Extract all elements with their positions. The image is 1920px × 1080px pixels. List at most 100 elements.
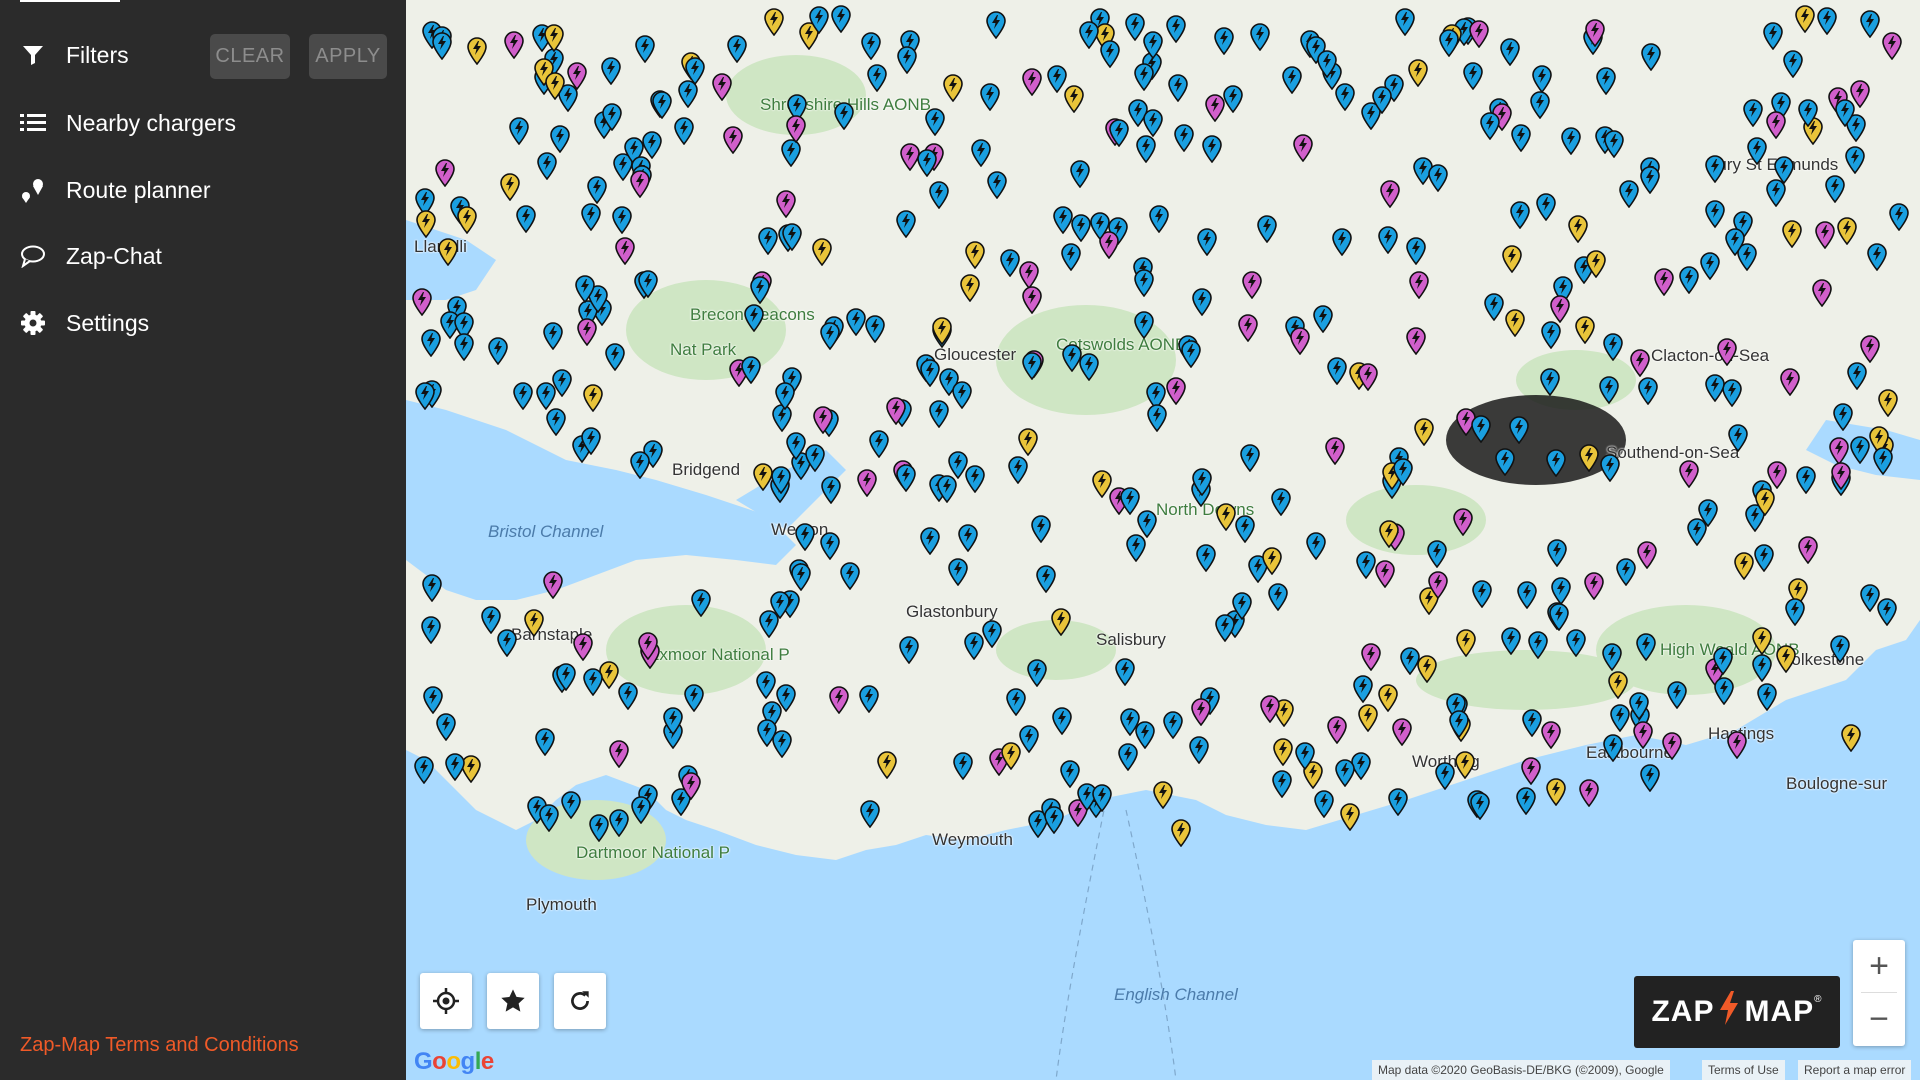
- charger-pin[interactable]: [1504, 309, 1525, 338]
- charger-pin[interactable]: [1637, 541, 1657, 570]
- charger-pin[interactable]: [1392, 458, 1413, 487]
- charger-pin[interactable]: [860, 799, 881, 828]
- locate-button[interactable]: [420, 973, 472, 1029]
- charger-pin[interactable]: [1840, 724, 1861, 753]
- charger-pin[interactable]: [1726, 731, 1747, 760]
- charger-pin[interactable]: [929, 399, 949, 428]
- charger-pin[interactable]: [445, 753, 466, 782]
- charger-pin[interactable]: [546, 407, 567, 436]
- charger-pin[interactable]: [1325, 437, 1345, 466]
- charger-pin[interactable]: [1392, 717, 1412, 746]
- charger-pin[interactable]: [1699, 251, 1720, 280]
- charger-pin[interactable]: [1661, 732, 1682, 761]
- charger-pin[interactable]: [1705, 373, 1725, 402]
- charger-pin[interactable]: [1008, 456, 1029, 485]
- charger-pin[interactable]: [1427, 540, 1448, 569]
- charger-pin[interactable]: [544, 23, 564, 52]
- charger-pin[interactable]: [487, 337, 508, 366]
- apply-button[interactable]: APPLY: [309, 34, 387, 79]
- charger-pin[interactable]: [509, 117, 530, 146]
- charger-pin[interactable]: [1371, 86, 1392, 115]
- charger-pin[interactable]: [1332, 228, 1353, 257]
- charger-pin[interactable]: [919, 359, 940, 388]
- charger-pin[interactable]: [1860, 9, 1880, 38]
- charger-pin[interactable]: [986, 170, 1007, 199]
- charger-pin[interactable]: [898, 636, 919, 665]
- charger-pin[interactable]: [1831, 462, 1852, 491]
- charger-pin[interactable]: [886, 396, 906, 425]
- charger-pin[interactable]: [1549, 603, 1570, 632]
- charger-pin[interactable]: [1192, 468, 1212, 497]
- charger-pin[interactable]: [757, 719, 777, 748]
- charger-pin[interactable]: [523, 609, 544, 638]
- charger-pin[interactable]: [1195, 544, 1216, 573]
- charger-pin[interactable]: [1585, 19, 1605, 48]
- charger-pin[interactable]: [1755, 488, 1776, 517]
- charger-pin[interactable]: [1515, 787, 1536, 816]
- charger-pin[interactable]: [1782, 219, 1802, 249]
- charger-pin[interactable]: [1030, 515, 1051, 544]
- charger-pin[interactable]: [556, 663, 576, 692]
- charger-pin[interactable]: [1215, 503, 1236, 532]
- charger-pin[interactable]: [1026, 659, 1047, 688]
- charger-pin[interactable]: [917, 148, 938, 177]
- charger-pin[interactable]: [846, 308, 866, 337]
- charger-pin[interactable]: [1604, 130, 1625, 159]
- charger-pin[interactable]: [865, 314, 885, 343]
- sidebar-item-nearby-chargers[interactable]: Nearby chargers: [0, 99, 406, 147]
- charger-pin[interactable]: [1636, 633, 1656, 662]
- charger-pin[interactable]: [1313, 790, 1334, 819]
- charger-pin[interactable]: [535, 728, 555, 757]
- charger-pin[interactable]: [925, 107, 946, 137]
- charger-pin[interactable]: [1109, 119, 1129, 148]
- charger-pin[interactable]: [775, 381, 796, 410]
- charger-pin[interactable]: [1796, 466, 1816, 495]
- charger-pin[interactable]: [953, 752, 973, 781]
- charger-pin[interactable]: [416, 209, 436, 238]
- charger-pin[interactable]: [957, 524, 978, 553]
- charger-pin[interactable]: [1019, 724, 1040, 753]
- charger-pin[interactable]: [1470, 791, 1491, 820]
- charger-pin[interactable]: [1000, 248, 1020, 278]
- charger-pin[interactable]: [833, 102, 854, 131]
- charger-pin[interactable]: [1837, 216, 1857, 245]
- charger-pin[interactable]: [652, 91, 672, 120]
- charger-pin[interactable]: [421, 574, 442, 603]
- charger-pin[interactable]: [1035, 565, 1056, 594]
- charger-pin[interactable]: [1722, 379, 1743, 408]
- charger-pin[interactable]: [635, 35, 656, 64]
- charger-pin[interactable]: [1610, 704, 1631, 733]
- charger-pin[interactable]: [1763, 22, 1783, 51]
- charger-pin[interactable]: [1616, 558, 1637, 587]
- charger-pin[interactable]: [1639, 165, 1660, 194]
- charger-pin[interactable]: [948, 558, 968, 587]
- charger-pin[interactable]: [1584, 572, 1605, 601]
- charger-pin[interactable]: [1005, 688, 1026, 717]
- charger-pin[interactable]: [504, 31, 525, 60]
- charger-pin[interactable]: [1499, 37, 1520, 66]
- charger-pin[interactable]: [1146, 403, 1167, 433]
- charger-pin[interactable]: [1181, 340, 1202, 369]
- charger-pin[interactable]: [1134, 311, 1154, 340]
- charger-pin[interactable]: [1165, 15, 1186, 44]
- charger-pin[interactable]: [638, 631, 658, 660]
- refresh-button[interactable]: [554, 973, 606, 1029]
- charger-pin[interactable]: [1361, 642, 1381, 671]
- charger-pin[interactable]: [1153, 781, 1174, 810]
- charger-pin[interactable]: [948, 450, 968, 479]
- charger-pin[interactable]: [1724, 227, 1745, 257]
- charger-pin[interactable]: [1579, 778, 1599, 808]
- charger-pin[interactable]: [929, 181, 950, 210]
- charger-pin[interactable]: [583, 667, 604, 697]
- charger-pin[interactable]: [1628, 692, 1649, 721]
- charger-pin[interactable]: [1408, 59, 1429, 88]
- charger-pin[interactable]: [1134, 269, 1155, 298]
- charger-pin[interactable]: [812, 238, 833, 267]
- charger-pin[interactable]: [1375, 560, 1395, 589]
- charger-pin[interactable]: [1666, 681, 1687, 710]
- charger-pin[interactable]: [1502, 245, 1522, 274]
- charger-pin[interactable]: [1452, 508, 1473, 537]
- charger-pin[interactable]: [1550, 576, 1571, 605]
- charger-pin[interactable]: [786, 114, 806, 143]
- charger-pin[interactable]: [1044, 805, 1065, 834]
